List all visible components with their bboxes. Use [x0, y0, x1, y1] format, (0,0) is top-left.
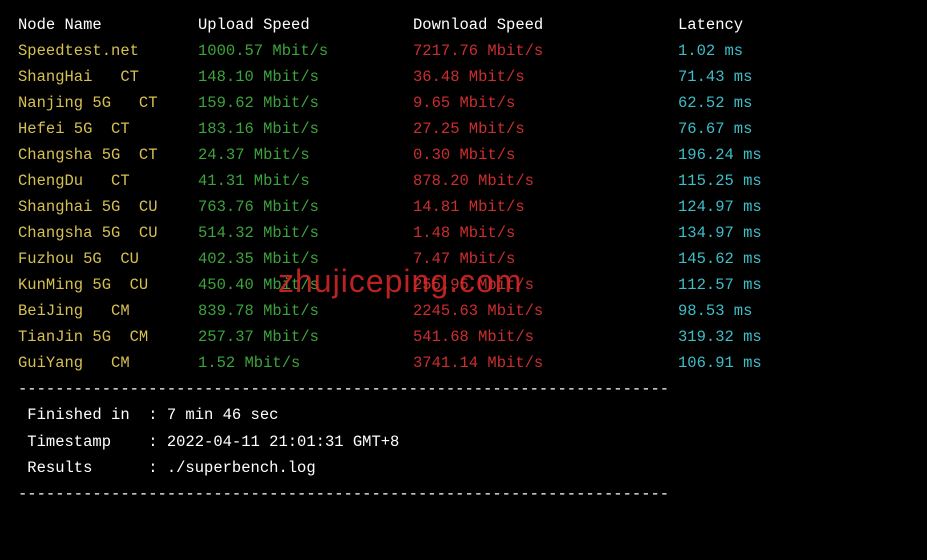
cell-node: BeiJing CM: [18, 298, 198, 324]
cell-upload: 257.37 Mbit/s: [198, 324, 413, 350]
cell-download: 255.95 Mbit/s: [413, 272, 678, 298]
divider-line: ----------------------------------------…: [18, 376, 909, 402]
table-row: Speedtest.net1000.57 Mbit/s7217.76 Mbit/…: [18, 38, 909, 64]
cell-latency: 134.97 ms: [678, 220, 909, 246]
table-row: Hefei 5G CT183.16 Mbit/s27.25 Mbit/s76.6…: [18, 116, 909, 142]
table-row: Nanjing 5G CT159.62 Mbit/s9.65 Mbit/s62.…: [18, 90, 909, 116]
table-row: TianJin 5G CM257.37 Mbit/s541.68 Mbit/s3…: [18, 324, 909, 350]
cell-download: 9.65 Mbit/s: [413, 90, 678, 116]
cell-node: Fuzhou 5G CU: [18, 246, 198, 272]
cell-upload: 839.78 Mbit/s: [198, 298, 413, 324]
cell-upload: 159.62 Mbit/s: [198, 90, 413, 116]
footer-finished: Finished in : 7 min 46 sec: [18, 402, 909, 428]
cell-node: Shanghai 5G CU: [18, 194, 198, 220]
table-row: GuiYang CM1.52 Mbit/s3741.14 Mbit/s106.9…: [18, 350, 909, 376]
cell-upload: 450.40 Mbit/s: [198, 272, 413, 298]
cell-download: 3741.14 Mbit/s: [413, 350, 678, 376]
cell-latency: 76.67 ms: [678, 116, 909, 142]
cell-upload: 41.31 Mbit/s: [198, 168, 413, 194]
cell-latency: 62.52 ms: [678, 90, 909, 116]
cell-download: 14.81 Mbit/s: [413, 194, 678, 220]
cell-upload: 1.52 Mbit/s: [198, 350, 413, 376]
header-upload: Upload Speed: [198, 12, 413, 38]
cell-upload: 1000.57 Mbit/s: [198, 38, 413, 64]
cell-latency: 115.25 ms: [678, 168, 909, 194]
footer-results: Results : ./superbench.log: [18, 455, 909, 481]
cell-download: 2245.63 Mbit/s: [413, 298, 678, 324]
cell-latency: 196.24 ms: [678, 142, 909, 168]
table-row: Changsha 5G CT24.37 Mbit/s0.30 Mbit/s196…: [18, 142, 909, 168]
cell-upload: 402.35 Mbit/s: [198, 246, 413, 272]
table-row: Fuzhou 5G CU402.35 Mbit/s7.47 Mbit/s145.…: [18, 246, 909, 272]
cell-latency: 124.97 ms: [678, 194, 909, 220]
cell-node: Changsha 5G CU: [18, 220, 198, 246]
cell-download: 7.47 Mbit/s: [413, 246, 678, 272]
cell-latency: 112.57 ms: [678, 272, 909, 298]
cell-latency: 71.43 ms: [678, 64, 909, 90]
cell-node: Speedtest.net: [18, 38, 198, 64]
table-header-row: Node Name Upload Speed Download Speed La…: [18, 12, 909, 38]
cell-node: Nanjing 5G CT: [18, 90, 198, 116]
cell-node: TianJin 5G CM: [18, 324, 198, 350]
table-row: ShangHai CT148.10 Mbit/s36.48 Mbit/s71.4…: [18, 64, 909, 90]
divider-line-bottom: ----------------------------------------…: [18, 481, 909, 507]
cell-latency: 319.32 ms: [678, 324, 909, 350]
header-node: Node Name: [18, 12, 198, 38]
table-row: Shanghai 5G CU763.76 Mbit/s14.81 Mbit/s1…: [18, 194, 909, 220]
cell-upload: 148.10 Mbit/s: [198, 64, 413, 90]
cell-node: KunMing 5G CU: [18, 272, 198, 298]
cell-download: 36.48 Mbit/s: [413, 64, 678, 90]
cell-download: 7217.76 Mbit/s: [413, 38, 678, 64]
cell-download: 541.68 Mbit/s: [413, 324, 678, 350]
cell-download: 27.25 Mbit/s: [413, 116, 678, 142]
cell-node: GuiYang CM: [18, 350, 198, 376]
table-body: Speedtest.net1000.57 Mbit/s7217.76 Mbit/…: [18, 38, 909, 376]
cell-latency: 98.53 ms: [678, 298, 909, 324]
table-row: BeiJing CM839.78 Mbit/s2245.63 Mbit/s98.…: [18, 298, 909, 324]
cell-node: Hefei 5G CT: [18, 116, 198, 142]
cell-upload: 514.32 Mbit/s: [198, 220, 413, 246]
cell-download: 878.20 Mbit/s: [413, 168, 678, 194]
cell-latency: 106.91 ms: [678, 350, 909, 376]
cell-upload: 24.37 Mbit/s: [198, 142, 413, 168]
cell-download: 0.30 Mbit/s: [413, 142, 678, 168]
table-row: ChengDu CT41.31 Mbit/s878.20 Mbit/s115.2…: [18, 168, 909, 194]
table-row: Changsha 5G CU514.32 Mbit/s1.48 Mbit/s13…: [18, 220, 909, 246]
header-download: Download Speed: [413, 12, 678, 38]
cell-node: ShangHai CT: [18, 64, 198, 90]
cell-node: Changsha 5G CT: [18, 142, 198, 168]
footer-timestamp: Timestamp : 2022-04-11 21:01:31 GMT+8: [18, 429, 909, 455]
table-row: KunMing 5G CU450.40 Mbit/s255.95 Mbit/s1…: [18, 272, 909, 298]
header-latency: Latency: [678, 12, 909, 38]
cell-upload: 763.76 Mbit/s: [198, 194, 413, 220]
cell-upload: 183.16 Mbit/s: [198, 116, 413, 142]
cell-latency: 1.02 ms: [678, 38, 909, 64]
cell-node: ChengDu CT: [18, 168, 198, 194]
cell-download: 1.48 Mbit/s: [413, 220, 678, 246]
cell-latency: 145.62 ms: [678, 246, 909, 272]
